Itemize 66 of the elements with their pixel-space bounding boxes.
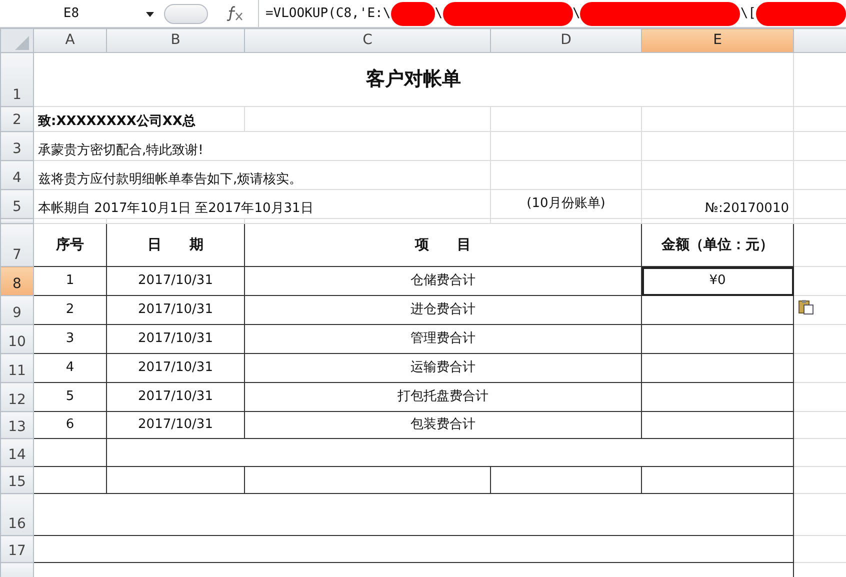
table-cell: 2017/10/31 (106, 296, 244, 324)
row-header[interactable]: 17 (0, 536, 34, 562)
table-cell[interactable] (642, 296, 794, 324)
formula-field[interactable]: =VLOOKUP(C8,'E:\ \ \ \[ (258, 0, 846, 27)
table-cell: 管理费合计 (244, 324, 642, 354)
row-header[interactable]: 8 (0, 266, 34, 296)
table-cell: 1 (34, 266, 106, 296)
table-cell: 5 (34, 382, 106, 412)
table-cell: 2017/10/31 (106, 266, 244, 296)
table-cell: 进仓费合计 (244, 296, 642, 324)
formula-text: =VLOOKUP(C8,'E:\ (265, 4, 391, 23)
table-cell[interactable] (642, 354, 794, 382)
recipient-text: 致:XXXXXXXX公司XX总 (34, 106, 244, 132)
row-header[interactable]: 14 (0, 438, 34, 466)
sheet-title: 客户对帐单 (34, 52, 794, 106)
function-icon[interactable] (226, 4, 244, 24)
table-cell[interactable] (642, 412, 794, 438)
row-header[interactable]: 3 (0, 132, 34, 160)
column-header[interactable]: D (490, 28, 642, 52)
handle-icon[interactable] (164, 4, 208, 24)
row-header[interactable]: 1 (0, 52, 34, 106)
column-heading: 日 期 (106, 224, 244, 266)
table-cell: 2017/10/31 (106, 354, 244, 382)
row-header[interactable]: 12 (0, 382, 34, 412)
table-cell[interactable] (642, 382, 794, 412)
period-text: 本帐期自 2017年10月1日 至2017年10月31日 (34, 190, 490, 218)
table-cell: 包装费合计 (244, 412, 642, 438)
row-header[interactable]: 11 (0, 354, 34, 382)
row-header[interactable]: 10 (0, 324, 34, 354)
row-header[interactable]: 7 (0, 224, 34, 266)
table-cell: 2017/10/31 (106, 324, 244, 354)
table-cell: 2017/10/31 (106, 382, 244, 412)
column-header[interactable]: E (642, 28, 794, 52)
name-box[interactable]: E8 (0, 2, 142, 24)
row-header[interactable]: 16 (0, 494, 34, 536)
row-header[interactable]: 2 (0, 106, 34, 132)
table-cell: 运输费合计 (244, 354, 642, 382)
table-cell: 4 (34, 354, 106, 382)
clipboard-icon[interactable] (798, 298, 814, 315)
formula-text: \ (572, 4, 580, 23)
statement-number: №:20170010 (642, 190, 794, 218)
body-text: 承蒙贵方密切配合,特此致谢! (34, 132, 490, 160)
formula-text: \ (434, 4, 443, 23)
row-header[interactable]: 5 (0, 190, 34, 218)
row-header[interactable]: 13 (0, 412, 34, 438)
table-cell: 仓储费合计 (244, 266, 642, 296)
table-cell: 2017/10/31 (106, 412, 244, 438)
table-cell[interactable]: ¥0 (642, 266, 794, 296)
table-cell: 打包托盘费合计 (244, 382, 642, 412)
table-cell[interactable] (642, 324, 794, 354)
row-header[interactable]: 9 (0, 296, 34, 324)
body-text: 兹将贵方应付款明细帐单奉告如下,烦请核实。 (34, 160, 490, 190)
redaction-mark (390, 2, 435, 26)
table-cell: 6 (34, 412, 106, 438)
column-heading: 金额（单位：元） (642, 224, 794, 266)
column-header[interactable]: C (244, 28, 490, 52)
column-heading: 序号 (34, 224, 106, 266)
month-note: (10月份账单) (490, 190, 642, 218)
column-header[interactable]: A (34, 28, 106, 52)
column-heading: 项 目 (244, 224, 642, 266)
column-header[interactable]: B (106, 28, 244, 52)
table-cell: 2 (34, 296, 106, 324)
row-header[interactable]: 4 (0, 160, 34, 190)
row-header[interactable]: 15 (0, 466, 34, 494)
formula-text: \[ (740, 4, 756, 23)
table-cell: 3 (34, 324, 106, 354)
